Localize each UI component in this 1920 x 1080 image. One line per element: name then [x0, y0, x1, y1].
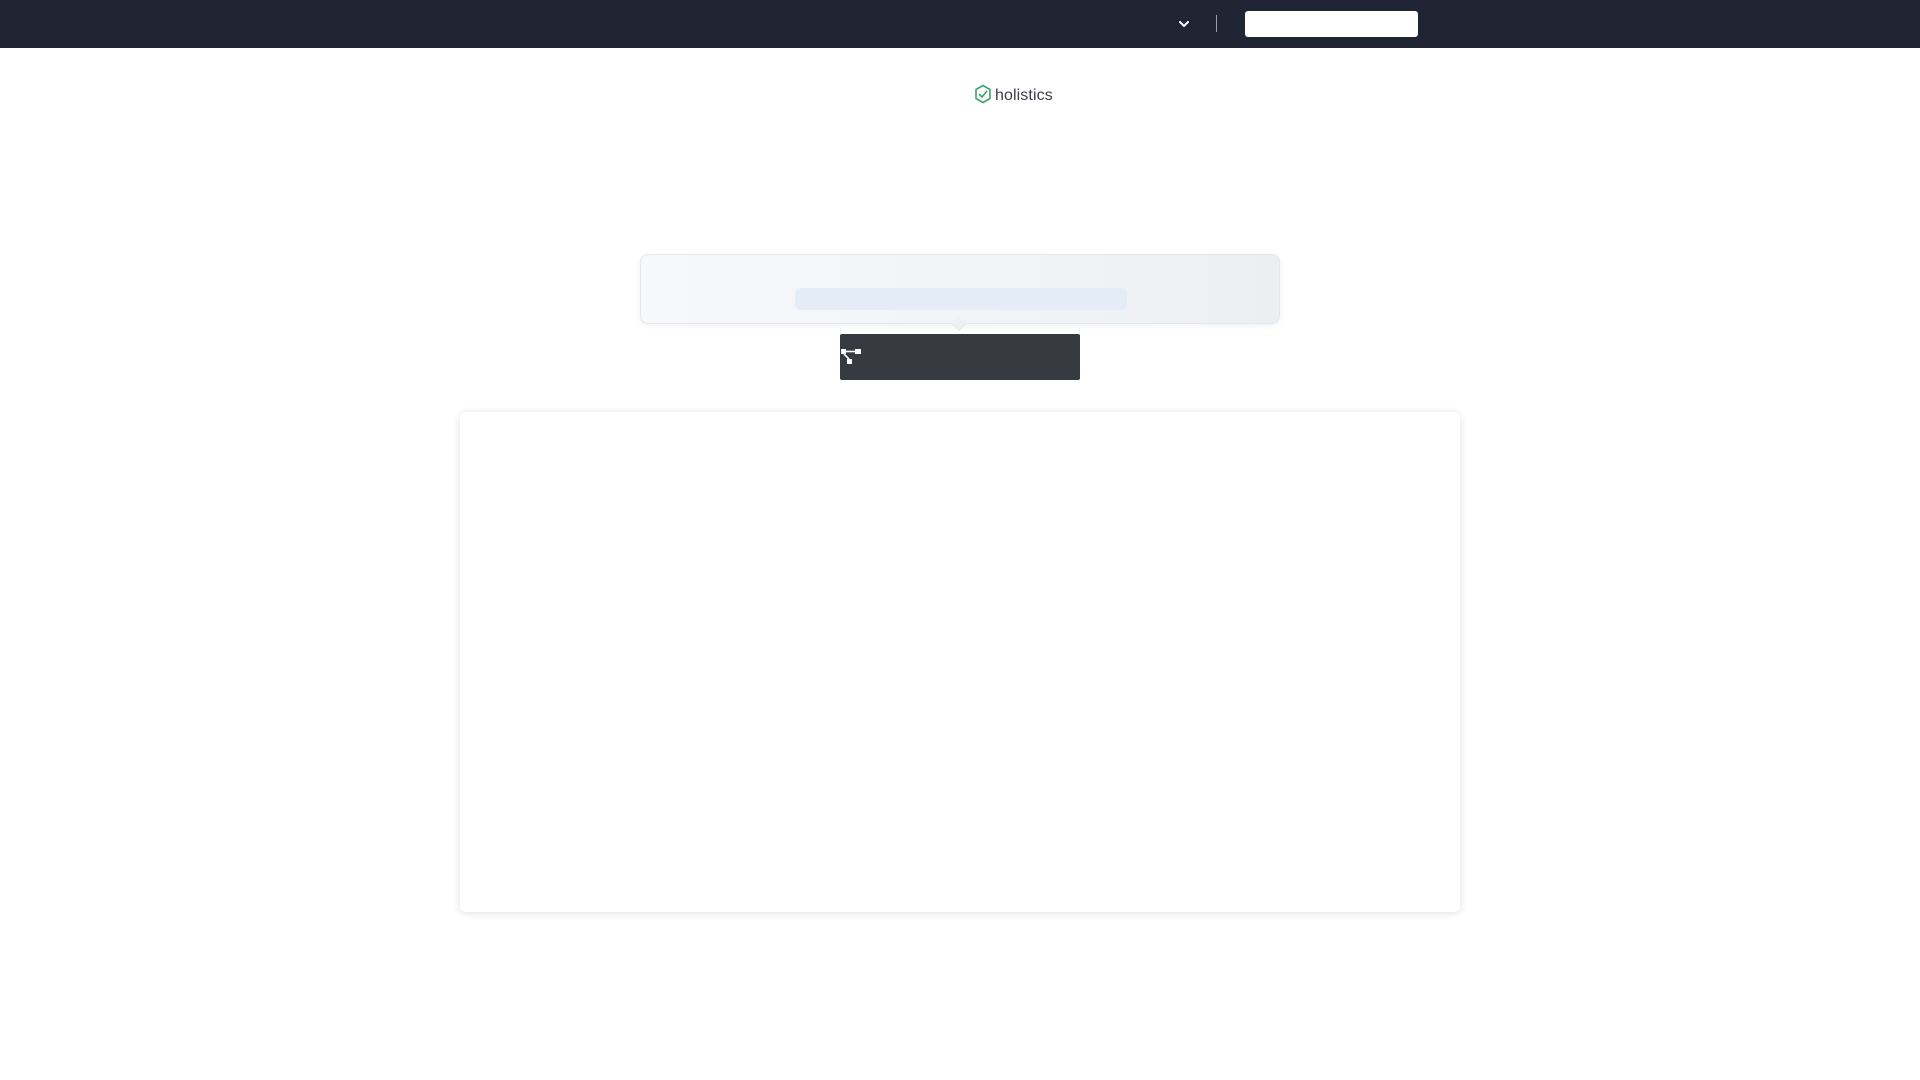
prompt-placeholder	[795, 288, 1127, 310]
prompt-card-caret	[951, 316, 967, 332]
holistics-logo: holistics	[974, 84, 1053, 108]
prompt-card	[640, 254, 1280, 332]
top-nav-bar	[0, 0, 1920, 48]
hexagon-check-icon	[974, 84, 992, 109]
nav-divider	[1216, 15, 1217, 32]
chevron-down-icon[interactable]	[1176, 16, 1192, 32]
main-content-panel	[460, 412, 1460, 912]
logo-text: holistics	[995, 87, 1053, 104]
tree-diagram-icon	[840, 348, 862, 366]
top-nav-button[interactable]	[1245, 11, 1418, 37]
tooltip-bar[interactable]	[840, 334, 1080, 380]
